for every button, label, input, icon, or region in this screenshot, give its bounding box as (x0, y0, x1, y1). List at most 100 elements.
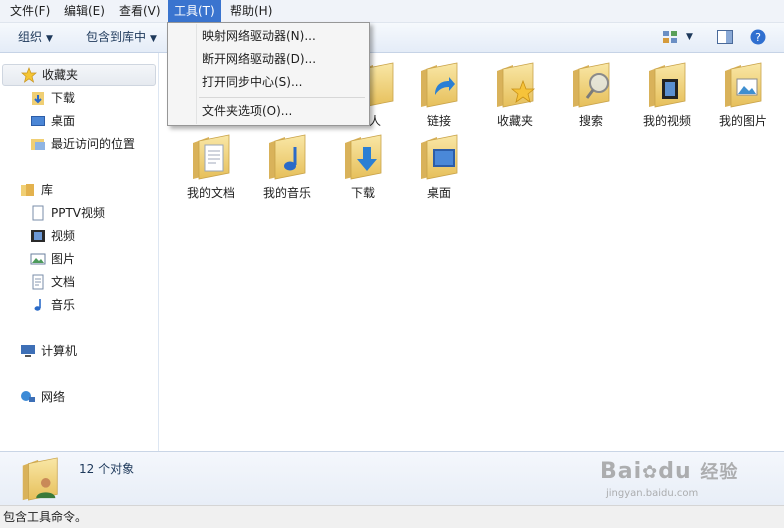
nav-music[interactable]: 音乐 (30, 295, 75, 315)
menu-item-disconnect-network-drive[interactable]: 断开网络驱动器(D)... (169, 48, 366, 70)
menu-item-label: 映射网络驱动器(N)... (202, 29, 316, 43)
nav-recent-label: 最近访问的位置 (51, 137, 136, 151)
nav-downloads-label: 下载 (51, 91, 76, 105)
nav-pptv-video[interactable]: PPTV视频 (30, 203, 105, 223)
menu-item-label: 打开同步中心(S)... (202, 75, 303, 89)
nav-music-label: 音乐 (51, 298, 76, 312)
menu-item-label: 断开网络驱动器(D)... (202, 52, 317, 66)
nav-desktop[interactable]: 桌面 (30, 111, 75, 131)
watermark-brand2: du (658, 459, 692, 484)
nav-libraries[interactable]: 库 (20, 180, 53, 200)
include-library-label: 包含到库中 (86, 30, 147, 44)
nav-network-label: 网络 (41, 390, 66, 404)
nav-pictures[interactable]: 图片 (30, 249, 75, 269)
menu-tools[interactable]: 工具(T) (168, 0, 221, 22)
organize-label: 组织 (18, 30, 43, 44)
star-icon (21, 66, 37, 83)
organize-button[interactable]: 组织 ▼ (18, 23, 53, 52)
menu-separator (199, 97, 365, 98)
nav-network[interactable]: 网络 (20, 387, 65, 407)
item-count: 12 个对象 (79, 462, 135, 476)
folder-label: 桌面 (426, 186, 451, 200)
documents-icon (32, 274, 44, 289)
user-folder-icon (18, 456, 62, 502)
watermark-brand: Bai (600, 459, 643, 484)
folder-item-my-pictures[interactable]: 我的图片 (705, 61, 781, 129)
library-icon (21, 183, 34, 196)
view-options-chevron-icon[interactable]: ▼ (686, 23, 693, 52)
film-icon (31, 229, 45, 242)
menu-item-folder-options[interactable]: 文件夹选项(O)... (169, 100, 366, 122)
folder-item-downloads[interactable]: 下载 (325, 133, 401, 201)
watermark: Bai✿du 经验 jingyan.baidu.com (598, 458, 748, 504)
status-bar: 包含工具命令。 (0, 505, 784, 528)
nav-libraries-label: 库 (41, 183, 54, 197)
folder-label: 下载 (350, 186, 375, 200)
folder-label: 我的视频 (642, 114, 691, 128)
nav-favorites[interactable]: 收藏夹 (2, 64, 156, 86)
menu-file[interactable]: 文件(F) (4, 0, 56, 22)
folder-label: 我的图片 (718, 114, 767, 128)
status-text: 包含工具命令。 (3, 510, 88, 524)
nav-computer[interactable]: 计算机 (20, 341, 77, 361)
folder-label: 收藏夹 (496, 114, 533, 128)
document-icon (32, 205, 44, 220)
watermark-cn: 经验 (700, 462, 739, 483)
folder-label: 我的音乐 (262, 186, 311, 200)
nav-documents[interactable]: 文档 (30, 272, 75, 292)
links-folder-icon (417, 61, 461, 109)
downloads-folder-icon (341, 133, 385, 181)
include-in-library-button[interactable]: 包含到库中 ▼ (86, 23, 157, 52)
downloads-folder-icon (32, 91, 44, 105)
menu-edit[interactable]: 编辑(E) (58, 0, 111, 22)
nav-videos-label: 视频 (51, 229, 76, 243)
menu-view[interactable]: 查看(V) (113, 0, 167, 22)
svg-text:?: ? (755, 31, 761, 44)
folder-label: 链接 (426, 114, 451, 128)
chevron-down-icon: ▼ (150, 34, 157, 44)
nav-favorites-label: 收藏夹 (42, 68, 79, 82)
documents-folder-icon (189, 133, 233, 181)
folder-item-links[interactable]: 链接 (401, 61, 477, 129)
music-folder-icon (265, 133, 309, 181)
nav-videos[interactable]: 视频 (30, 226, 75, 246)
folder-item-desktop[interactable]: 桌面 (401, 133, 477, 201)
chevron-down-icon: ▼ (46, 34, 53, 44)
nav-recent-places[interactable]: 最近访问的位置 (30, 134, 135, 154)
nav-documents-label: 文档 (51, 275, 76, 289)
nav-pptv-label: PPTV视频 (51, 206, 106, 220)
video-folder-icon (645, 61, 689, 109)
menu-bar: 文件(F) 编辑(E) 查看(V) 工具(T) 帮助(H) (0, 0, 784, 23)
folder-label: 搜索 (578, 114, 603, 128)
desktop-folder-icon (417, 133, 461, 181)
pictures-folder-icon (721, 61, 765, 109)
favorites-folder-icon (493, 61, 536, 109)
desktop-icon (31, 115, 45, 126)
nav-downloads[interactable]: 下载 (30, 88, 75, 108)
search-folder-icon (569, 61, 613, 109)
menu-help[interactable]: 帮助(H) (224, 0, 278, 22)
navigation-pane: 收藏夹 下载 桌面 最近访问的位置 库 PPTV视频 视频 图片 文档 音乐 计… (0, 53, 159, 451)
folder-item-my-documents[interactable]: 我的文档 (173, 133, 249, 201)
folder-item-searches[interactable]: 搜索 (553, 61, 629, 129)
nav-pictures-label: 图片 (51, 252, 76, 266)
nav-desktop-label: 桌面 (51, 114, 76, 128)
tools-menu: 映射网络驱动器(N)... 断开网络驱动器(D)... 打开同步中心(S)...… (167, 22, 370, 126)
paw-icon: ✿ (642, 462, 659, 483)
preview-pane-icon[interactable] (717, 30, 733, 44)
command-bar: 组织 ▼ 包含到库中 ▼ ▼ ? (0, 23, 784, 53)
music-note-icon (34, 298, 41, 311)
menu-item-open-sync-center[interactable]: 打开同步中心(S)... (169, 71, 366, 93)
menu-item-label: 文件夹选项(O)... (202, 104, 293, 118)
folder-item-my-music[interactable]: 我的音乐 (249, 133, 325, 201)
folder-item-favorites[interactable]: 收藏夹 (477, 61, 553, 129)
help-icon[interactable]: ? (750, 29, 766, 45)
computer-icon (21, 344, 35, 357)
recent-places-icon (31, 138, 45, 150)
folder-label: 我的文档 (186, 186, 235, 200)
change-view-icon[interactable] (662, 30, 678, 44)
menu-item-map-network-drive[interactable]: 映射网络驱动器(N)... (169, 25, 366, 47)
folder-item-my-videos[interactable]: 我的视频 (629, 61, 705, 129)
nav-computer-label: 计算机 (41, 344, 78, 358)
picture-icon (30, 253, 46, 264)
